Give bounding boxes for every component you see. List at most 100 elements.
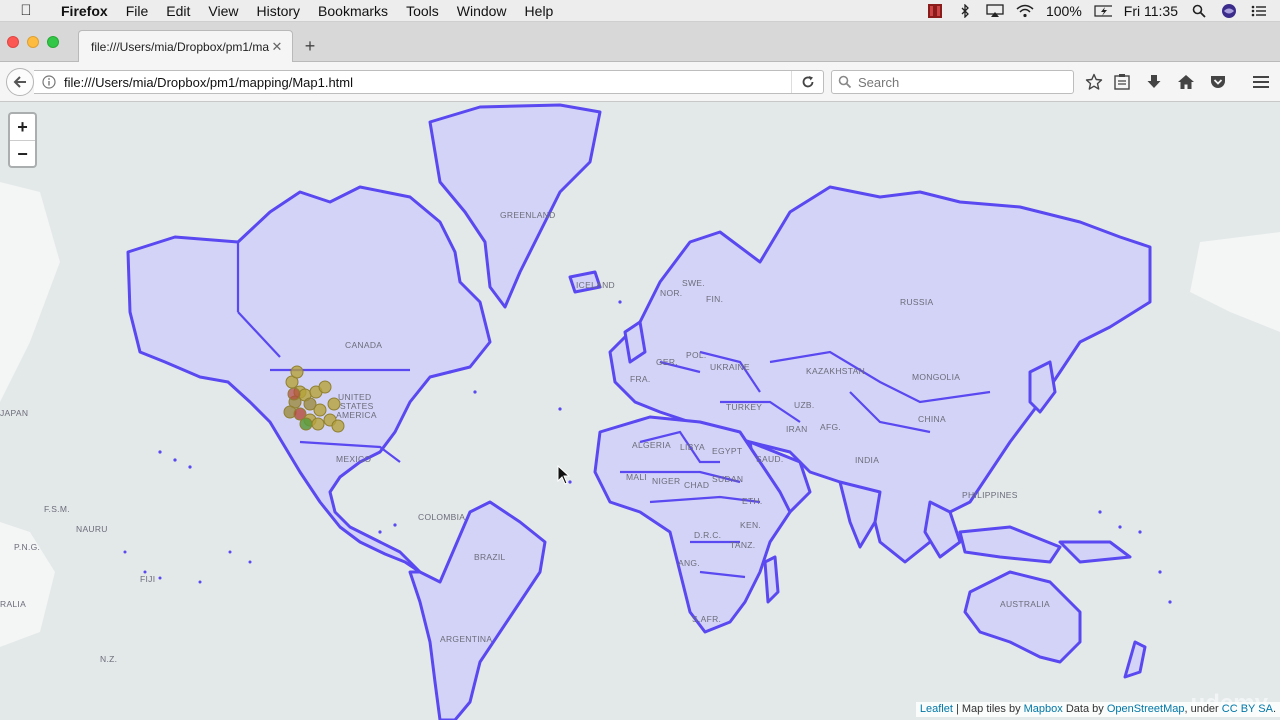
map-label-drc: D.R.C. xyxy=(694,530,722,540)
wifi-icon[interactable] xyxy=(1016,4,1034,18)
map-label-japan: JAPAN xyxy=(0,408,29,418)
map-label-colombia: COLOMBIA xyxy=(418,512,466,522)
attribution-text-3: , under xyxy=(1184,703,1222,715)
menu-history[interactable]: History xyxy=(247,3,309,19)
map-label-usa-3: AMERICA xyxy=(336,410,377,420)
reload-icon[interactable] xyxy=(791,71,823,93)
window-close-button[interactable] xyxy=(7,36,19,48)
search-box[interactable] xyxy=(831,70,1074,94)
map-label-mongolia: MONGOLIA xyxy=(912,372,961,382)
map-label-uzb: UZB. xyxy=(794,400,815,410)
south-america-shape xyxy=(408,500,547,720)
notification-center-icon[interactable] xyxy=(1250,4,1268,18)
map-label-fiji: FIJI xyxy=(140,574,156,584)
new-tab-button[interactable]: + xyxy=(300,36,320,56)
tab-close-icon[interactable]: ✕ xyxy=(270,39,284,55)
map-label-swe: SWE. xyxy=(682,278,705,288)
cc-by-sa-link[interactable]: CC BY SA xyxy=(1222,703,1273,715)
battery-icon[interactable] xyxy=(1094,4,1112,18)
map-label-iceland: ICELAND xyxy=(576,280,615,290)
zoom-out-button[interactable]: − xyxy=(10,140,35,166)
window-zoom-button[interactable] xyxy=(47,36,59,48)
attribution-text-4: . xyxy=(1272,703,1276,715)
tab-map1[interactable]: file:///Users/mia/Dropbox/pm1/ma ✕ xyxy=(78,30,293,62)
map-label-nauru: NAURU xyxy=(76,524,108,534)
menu-bookmarks[interactable]: Bookmarks xyxy=(309,3,397,19)
mapbox-link[interactable]: Mapbox xyxy=(1024,703,1063,715)
map-label-ken: KEN. xyxy=(740,520,762,530)
map-label-mexico: MEXICO xyxy=(336,454,372,464)
menu-window[interactable]: Window xyxy=(448,3,516,19)
map-label-ang: ANG. xyxy=(678,558,700,568)
leaflet-map[interactable]: GREENLAND CANADA UNITED STATES AMERICA M… xyxy=(0,102,1280,720)
url-bar[interactable]: file:///Users/mia/Dropbox/pm1/mapping/Ma… xyxy=(34,70,824,94)
map-label-ukraine: UKRAINE xyxy=(710,362,750,372)
download-icon[interactable] xyxy=(1143,72,1165,92)
map-label-safr: S.AFR. xyxy=(692,614,722,624)
map-label-brazil: BRAZIL xyxy=(474,552,506,562)
map-attribution: Leaflet | Map tiles by Mapbox Data by Op… xyxy=(915,702,1280,717)
map-label-kazakhstan: KAZAKHSTAN xyxy=(806,366,866,376)
map-label-nz: N.Z. xyxy=(100,654,118,664)
window-minimize-button[interactable] xyxy=(27,36,39,48)
world-map-tiles xyxy=(0,103,1280,720)
navigation-toolbar: file:///Users/mia/Dropbox/pm1/mapping/Ma… xyxy=(0,62,1280,102)
map-label-eth: ETH. xyxy=(742,496,763,506)
site-info-icon[interactable] xyxy=(34,75,64,89)
map-label-png: P.N.G. xyxy=(14,542,41,552)
menu-view[interactable]: View xyxy=(199,3,247,19)
back-button[interactable] xyxy=(6,68,34,96)
home-icon[interactable] xyxy=(1175,72,1197,92)
map-label-nor: NOR. xyxy=(660,288,683,298)
menu-edit[interactable]: Edit xyxy=(157,3,199,19)
map-label-china: CHINA xyxy=(918,414,946,424)
map-label-niger: NIGER xyxy=(652,476,681,486)
map-label-algeria: ALGERIA xyxy=(632,440,671,450)
recording-icon[interactable] xyxy=(926,3,944,18)
zoom-in-button[interactable]: + xyxy=(10,114,35,140)
apple-menu-icon[interactable]:  xyxy=(0,2,52,19)
map-label-fin: FIN. xyxy=(706,294,724,304)
openstreetmap-link[interactable]: OpenStreetMap xyxy=(1107,703,1185,715)
url-text[interactable]: file:///Users/mia/Dropbox/pm1/mapping/Ma… xyxy=(64,75,791,90)
menu-help[interactable]: Help xyxy=(516,3,563,19)
battery-percent: 100% xyxy=(1045,2,1082,19)
mouse-cursor-icon xyxy=(557,465,571,485)
map-label-libya: LIBYA xyxy=(680,442,705,452)
hamburger-menu-icon[interactable] xyxy=(1250,72,1272,92)
leaflet-link[interactable]: Leaflet xyxy=(920,703,953,715)
map-label-india: INDIA xyxy=(855,455,880,465)
attribution-text-1: | Map tiles by xyxy=(952,703,1024,715)
map-label-chad: CHAD xyxy=(684,480,710,490)
menu-tools[interactable]: Tools xyxy=(397,3,448,19)
zoom-control: + − xyxy=(8,112,37,168)
map-label-fsm: F.S.M. xyxy=(44,504,70,514)
search-icon xyxy=(838,75,852,89)
bluetooth-icon[interactable] xyxy=(956,3,974,18)
search-input[interactable] xyxy=(858,74,1048,90)
map-label-ger: GER. xyxy=(656,357,678,367)
map-label-saud: SAUD. xyxy=(756,454,784,464)
app-menu[interactable]: Firefox xyxy=(52,3,117,19)
map-label-argentina: ARGENTINA xyxy=(440,634,493,644)
map-label-canada: CANADA xyxy=(345,340,383,350)
map-label-russia: RUSSIA xyxy=(900,297,934,307)
menu-file[interactable]: File xyxy=(117,3,158,19)
siri-icon[interactable] xyxy=(1220,3,1238,18)
map-label-pol: POL. xyxy=(686,350,707,360)
macos-menubar:  Firefox File Edit View History Bookmar… xyxy=(0,0,1280,22)
reading-list-icon[interactable] xyxy=(1111,72,1133,92)
map-label-sudan: SUDAN xyxy=(712,474,744,484)
map-label-philippines: PHILIPPINES xyxy=(962,490,1018,500)
tab-title: file:///Users/mia/Dropbox/pm1/ma xyxy=(91,39,270,54)
australia-shape xyxy=(963,570,1082,664)
map-label-australia: AUSTRALIA xyxy=(1000,599,1050,609)
menubar-clock[interactable]: Fri 11:35 xyxy=(1124,3,1178,19)
map-label-egypt: EGYPT xyxy=(712,446,743,456)
spotlight-search-icon[interactable] xyxy=(1190,4,1208,18)
airplay-icon[interactable] xyxy=(986,3,1004,18)
bookmark-star-icon[interactable] xyxy=(1083,72,1105,92)
map-label-turkey: TURKEY xyxy=(726,402,763,412)
pocket-icon[interactable] xyxy=(1207,72,1229,92)
map-label-tanz: TANZ. xyxy=(730,540,756,550)
